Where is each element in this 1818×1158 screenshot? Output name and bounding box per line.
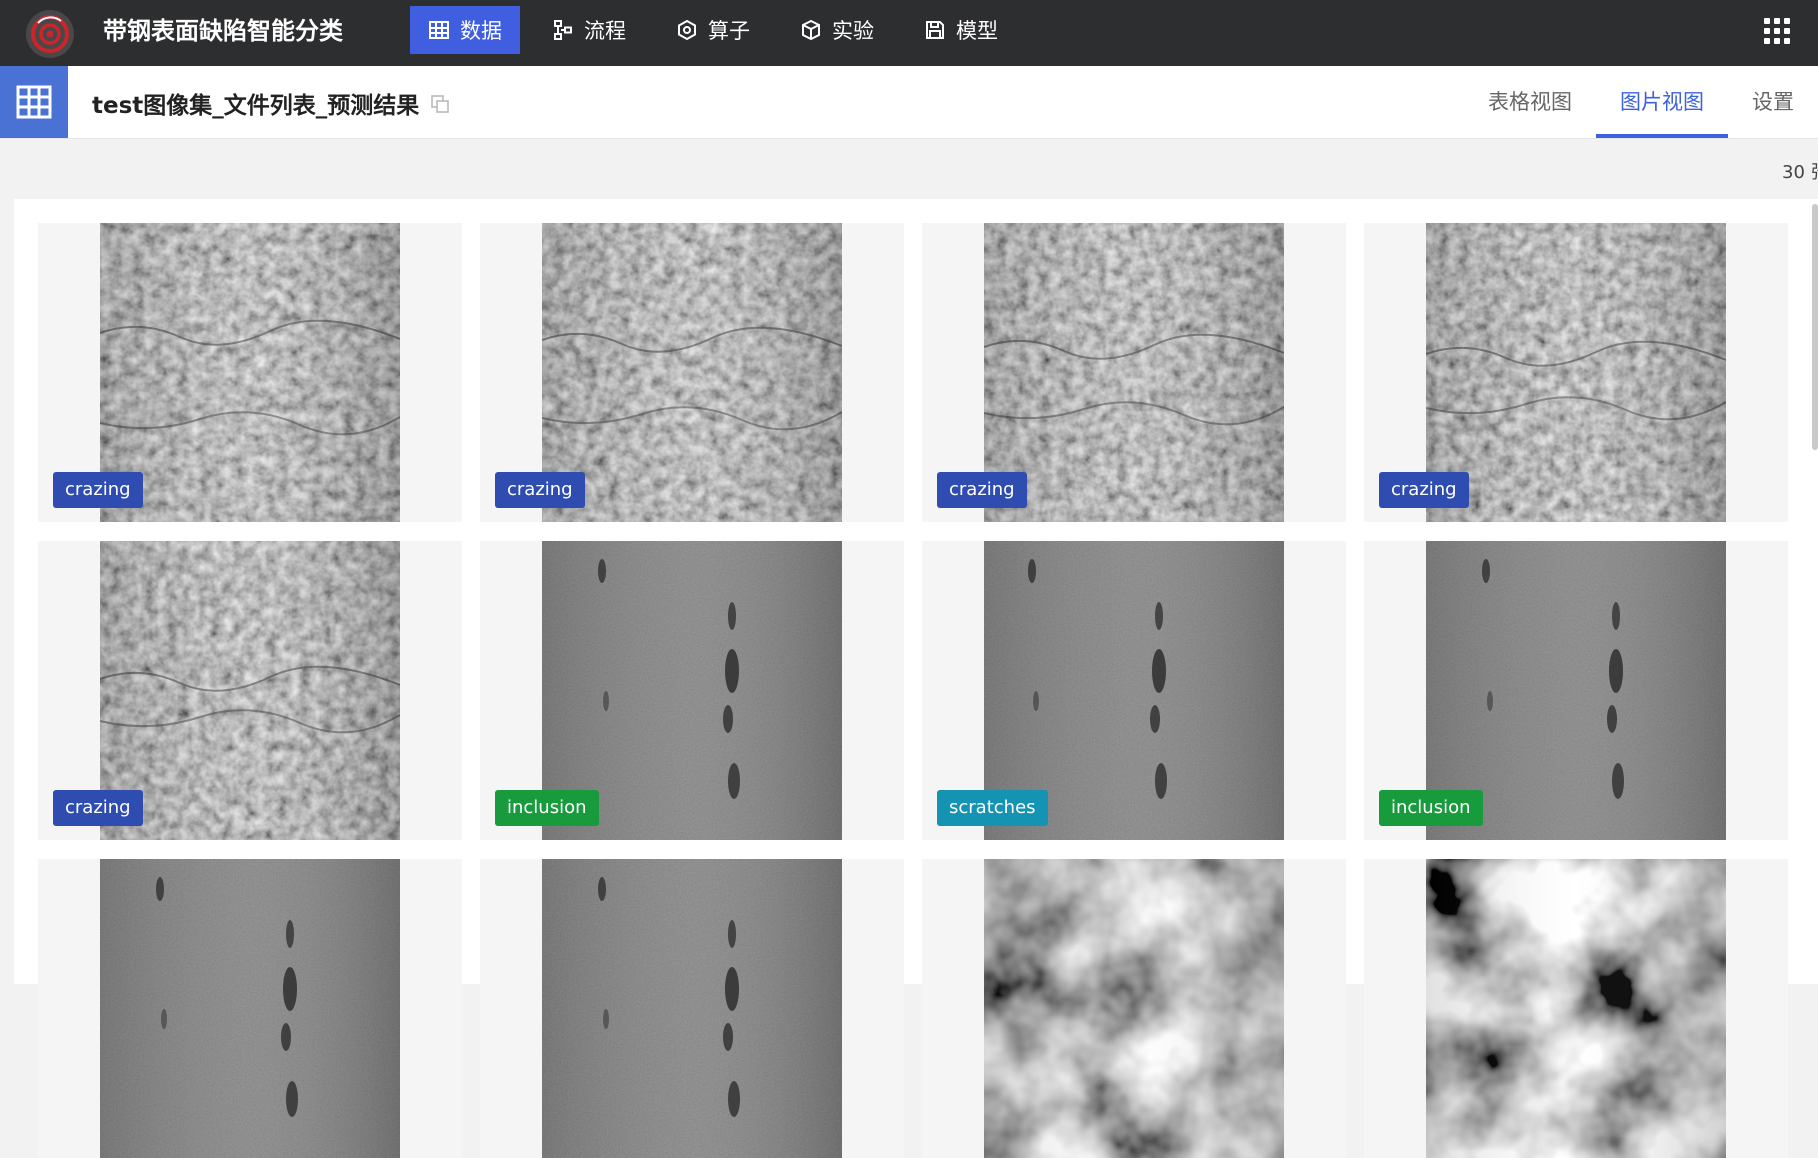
prediction-label-badge: crazing bbox=[1379, 472, 1469, 508]
page-header: test图像集_文件列表_预测结果 表格视图 图片视图 设置 bbox=[0, 66, 1818, 139]
top-navigation-bar: 带钢表面缺陷智能分类 数据 流程 算子 实验 模型 bbox=[0, 0, 1818, 66]
image-card[interactable]: crazing bbox=[480, 223, 904, 522]
image-card[interactable]: crazing bbox=[38, 541, 462, 840]
tab-image-view[interactable]: 图片视图 bbox=[1596, 66, 1728, 138]
page-title: test图像集_文件列表_预测结果 bbox=[92, 93, 420, 119]
tab-table-view[interactable]: 表格视图 bbox=[1464, 66, 1596, 138]
operator-icon bbox=[676, 19, 698, 41]
main-nav: 数据 流程 算子 实验 模型 bbox=[410, 6, 1030, 54]
image-gallery: crazing crazing crazing crazing crazing … bbox=[14, 199, 1818, 1158]
prediction-label-badge: crazing bbox=[495, 472, 585, 508]
prediction-label-badge: crazing bbox=[53, 790, 143, 826]
app-title: 带钢表面缺陷智能分类 bbox=[103, 17, 343, 45]
view-tabs: 表格视图 图片视图 设置 bbox=[1464, 66, 1818, 138]
steel-surface-thumbnail bbox=[984, 859, 1284, 1158]
image-card[interactable]: scratches bbox=[922, 541, 1346, 840]
steel-surface-thumbnail bbox=[1426, 223, 1726, 522]
steel-surface-thumbnail bbox=[100, 223, 400, 522]
save-icon bbox=[924, 19, 946, 41]
nav-item-flow[interactable]: 流程 bbox=[534, 6, 644, 54]
image-card[interactable]: crazing bbox=[922, 223, 1346, 522]
nav-item-label: 模型 bbox=[956, 19, 998, 43]
copy-icon[interactable] bbox=[430, 94, 450, 118]
image-card[interactable]: crazing bbox=[1364, 223, 1788, 522]
nav-item-label: 实验 bbox=[832, 19, 874, 43]
nav-item-label: 数据 bbox=[460, 19, 502, 43]
image-count: 30 张 bbox=[1782, 162, 1818, 183]
image-card[interactable] bbox=[480, 859, 904, 1158]
flow-icon bbox=[552, 19, 574, 41]
steel-surface-thumbnail bbox=[542, 859, 842, 1158]
image-card[interactable] bbox=[38, 859, 462, 1158]
table-icon bbox=[428, 19, 450, 41]
steel-surface-thumbnail bbox=[100, 541, 400, 840]
prediction-label-badge: crazing bbox=[53, 472, 143, 508]
tab-settings[interactable]: 设置 bbox=[1728, 66, 1818, 138]
nav-item-experiment[interactable]: 实验 bbox=[782, 6, 892, 54]
cube-icon bbox=[800, 19, 822, 41]
image-card[interactable] bbox=[922, 859, 1346, 1158]
prediction-label-badge: inclusion bbox=[1379, 790, 1483, 826]
steel-surface-thumbnail bbox=[984, 223, 1284, 522]
nav-item-data[interactable]: 数据 bbox=[410, 6, 520, 54]
nav-item-model[interactable]: 模型 bbox=[906, 6, 1016, 54]
nav-item-label: 算子 bbox=[708, 19, 750, 43]
prediction-label-badge: scratches bbox=[937, 790, 1048, 826]
prediction-label-badge: crazing bbox=[937, 472, 1027, 508]
image-card[interactable] bbox=[1364, 859, 1788, 1158]
dataset-grid-icon bbox=[0, 66, 68, 138]
app-logo[interactable] bbox=[26, 10, 74, 58]
nav-item-label: 流程 bbox=[584, 19, 626, 43]
steel-surface-thumbnail bbox=[100, 859, 400, 1158]
nav-item-operator[interactable]: 算子 bbox=[658, 6, 768, 54]
steel-surface-thumbnail bbox=[542, 223, 842, 522]
prediction-label-badge: inclusion bbox=[495, 790, 599, 826]
scrollbar[interactable] bbox=[1812, 204, 1818, 450]
apps-menu-icon[interactable] bbox=[1764, 18, 1790, 44]
image-card[interactable]: inclusion bbox=[480, 541, 904, 840]
steel-surface-thumbnail bbox=[1426, 859, 1726, 1158]
image-card[interactable]: crazing bbox=[38, 223, 462, 522]
image-card[interactable]: inclusion bbox=[1364, 541, 1788, 840]
